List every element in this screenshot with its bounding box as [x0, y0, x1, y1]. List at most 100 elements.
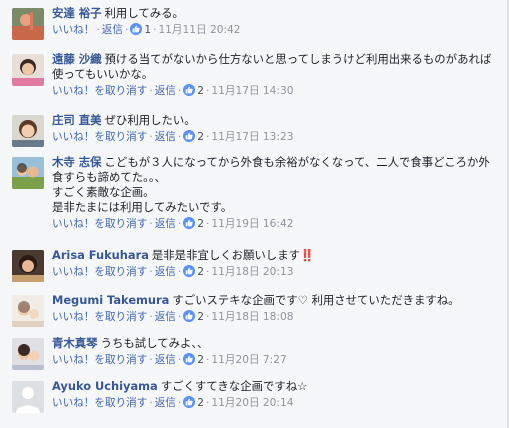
- separator: ·: [177, 131, 182, 143]
- avatar[interactable]: [12, 115, 44, 147]
- reaction-count[interactable]: 2: [197, 354, 204, 366]
- avatar[interactable]: [12, 157, 44, 189]
- timestamp[interactable]: 11月20日 20:14: [211, 397, 293, 409]
- comment-line: 利用してみる。: [104, 6, 184, 20]
- reply-button[interactable]: 返信: [155, 311, 176, 323]
- separator: ·: [206, 85, 210, 97]
- unlike-button[interactable]: いいね！を取り消す: [52, 266, 147, 278]
- comment-line: すごくすてきな企画ですね☆: [160, 379, 308, 393]
- comment-line: すごく素敵な企画。: [52, 185, 155, 199]
- like-button[interactable]: いいね！: [52, 24, 94, 36]
- commenter-name[interactable]: 青木真琴: [52, 336, 98, 350]
- timestamp[interactable]: 11月17日 14:30: [211, 85, 293, 97]
- reply-button[interactable]: 返信: [155, 218, 176, 230]
- thumbs-up-icon[interactable]: [183, 265, 196, 277]
- separator: ·: [206, 354, 210, 366]
- comment-actions: いいね！を取り消す · 返信 · 2 · 11月18日 18:08: [52, 310, 497, 324]
- thumbs-up-icon[interactable]: [183, 396, 196, 408]
- thumbs-up-icon[interactable]: [130, 23, 143, 35]
- comment-text: 青木真琴 うちも試してみよ、、: [52, 336, 497, 351]
- comment-line: うちも試してみよ、、: [100, 336, 209, 350]
- commenter-name[interactable]: Ayuko Uchiyama: [52, 379, 158, 393]
- timestamp[interactable]: 11月18日 20:13: [211, 266, 293, 278]
- avatar[interactable]: [12, 381, 44, 413]
- reaction-count[interactable]: 2: [197, 218, 204, 230]
- separator: ·: [96, 24, 100, 36]
- reply-button[interactable]: 返信: [155, 85, 176, 97]
- comment-line: 預ける当てがないから仕方ないと思ってしまうけど利用出来るものがあれば使ってもいい…: [52, 52, 492, 81]
- separator: ·: [149, 354, 153, 366]
- comment-actions: いいね！を取り消す · 返信 · 2 · 11月17日 14:30: [52, 84, 497, 98]
- reply-button[interactable]: 返信: [155, 397, 176, 409]
- separator: ·: [177, 218, 182, 230]
- comment-line: こどもが３人になってから外食も余裕がなくなって、二人で食事どころか外食すらも諦め…: [52, 155, 490, 184]
- separator: ·: [153, 24, 157, 36]
- comment-line: すごいステキな企画です♡ 利用させていただきますね。: [172, 293, 460, 307]
- separator: ·: [177, 266, 182, 278]
- reaction-count[interactable]: 2: [197, 85, 204, 97]
- reaction-count[interactable]: 2: [197, 266, 204, 278]
- timestamp[interactable]: 11月11日 20:42: [158, 24, 240, 36]
- comment-actions: いいね！を取り消す · 返信 · 2 · 11月20日 7:27: [52, 353, 497, 367]
- avatar[interactable]: [12, 8, 44, 40]
- unlike-button[interactable]: いいね！を取り消す: [52, 85, 147, 97]
- reply-button[interactable]: 返信: [155, 354, 176, 366]
- unlike-button[interactable]: いいね！を取り消す: [52, 218, 147, 230]
- separator: ·: [206, 266, 210, 278]
- avatar[interactable]: [12, 250, 44, 282]
- avatar[interactable]: [12, 295, 44, 327]
- thumbs-up-icon[interactable]: [183, 353, 196, 365]
- separator: ·: [177, 397, 182, 409]
- unlike-button[interactable]: いいね！を取り消す: [52, 354, 147, 366]
- comment-text: 遠藤 沙織 預ける当てがないから仕方ないと思ってしまうけど利用出来るものがあれば使…: [52, 52, 497, 82]
- reaction-count[interactable]: 2: [197, 397, 204, 409]
- comment-text: 庄司 直美 ぜひ利用したい。: [52, 113, 497, 128]
- avatar[interactable]: [12, 338, 44, 370]
- commenter-name[interactable]: Arisa Fukuhara: [52, 248, 149, 262]
- commenter-name[interactable]: 木寺 志保: [52, 155, 102, 169]
- comment-actions: いいね！を取り消す · 返信 · 2 · 11月20日 20:14: [52, 396, 497, 410]
- reaction-count[interactable]: 2: [197, 131, 204, 143]
- comment-actions: いいね！を取り消す · 返信 · 2 · 11月17日 13:23: [52, 130, 497, 144]
- thumbs-up-icon[interactable]: [183, 217, 196, 229]
- timestamp[interactable]: 11月17日 13:23: [211, 131, 293, 143]
- comment-line: 是非たまには利用してみたいです。: [52, 200, 233, 214]
- timestamp[interactable]: 11月20日 7:27: [211, 354, 286, 366]
- separator: ·: [206, 218, 210, 230]
- separator: ·: [206, 311, 210, 323]
- comment-text: Arisa Fukuhara 是非是非宜しくお願いします‼️: [52, 248, 497, 263]
- unlike-button[interactable]: いいね！を取り消す: [52, 131, 147, 143]
- timestamp[interactable]: 11月18日 18:08: [211, 311, 293, 323]
- reaction-count[interactable]: 1: [144, 24, 151, 36]
- reply-button[interactable]: 返信: [155, 266, 176, 278]
- thumbs-up-icon[interactable]: [183, 130, 196, 142]
- commenter-name[interactable]: 庄司 直美: [52, 113, 102, 127]
- commenter-name[interactable]: Megumi Takemura: [52, 293, 169, 307]
- separator: ·: [177, 354, 182, 366]
- separator: ·: [206, 131, 210, 143]
- avatar[interactable]: [12, 54, 44, 86]
- comment-text: 安達 裕子 利用してみる。: [52, 6, 497, 21]
- comment-text: 木寺 志保 こどもが３人になってから外食も余裕がなくなって、二人で食事どころか外食…: [52, 155, 497, 215]
- comment-actions: いいね！を取り消す · 返信 · 2 · 11月19日 16:42: [52, 217, 497, 231]
- commenter-name[interactable]: 安達 裕子: [52, 6, 102, 20]
- comment-actions: いいね！を取り消す · 返信 · 2 · 11月18日 20:13: [52, 265, 497, 279]
- comment-text: Megumi Takemura すごいステキな企画です♡ 利用させていただきますね…: [52, 293, 497, 308]
- reaction-count[interactable]: 2: [197, 311, 204, 323]
- comment-actions: いいね！ · 返信 · 1 · 11月11日 20:42: [52, 23, 497, 37]
- separator: ·: [206, 397, 210, 409]
- thumbs-up-icon[interactable]: [183, 310, 196, 322]
- unlike-button[interactable]: いいね！を取り消す: [52, 311, 147, 323]
- thumbs-up-icon[interactable]: [183, 84, 196, 96]
- reply-button[interactable]: 返信: [102, 24, 123, 36]
- timestamp[interactable]: 11月19日 16:42: [211, 218, 293, 230]
- comment-text: Ayuko Uchiyama すごくすてきな企画ですね☆: [52, 379, 497, 394]
- commenter-name[interactable]: 遠藤 沙織: [52, 52, 102, 66]
- separator: ·: [149, 397, 153, 409]
- comment-line: ぜひ利用したい。: [104, 113, 196, 127]
- separator: ·: [149, 85, 153, 97]
- reply-button[interactable]: 返信: [155, 131, 176, 143]
- separator: ·: [124, 24, 129, 36]
- unlike-button[interactable]: いいね！を取り消す: [52, 397, 147, 409]
- comment-line: 是非是非宜しくお願いします‼️: [151, 248, 315, 262]
